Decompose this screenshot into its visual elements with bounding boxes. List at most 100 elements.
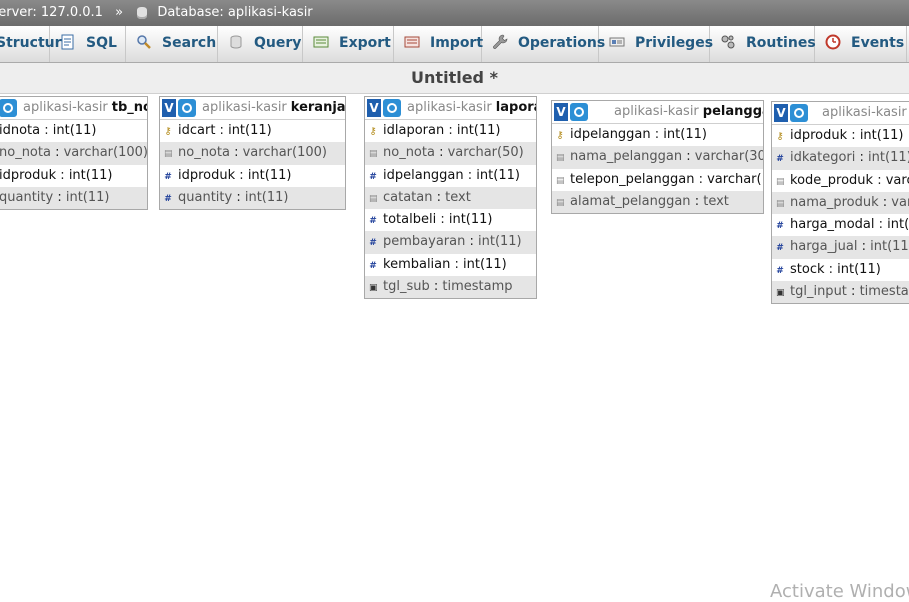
gear-icon[interactable] xyxy=(790,104,808,122)
text-field-icon: ▤ xyxy=(776,198,785,209)
designer-table-keranjang[interactable]: Vaplikasi-kasirkeranjang ⚷idcart : int(1… xyxy=(159,96,346,211)
activate-windows-watermark: Activate Windows xyxy=(770,581,909,602)
table-column-row[interactable]: ⚷ idpelanggan : int(11) xyxy=(552,124,763,146)
gear-icon[interactable] xyxy=(0,99,17,117)
primary-key-icon: ⚷ xyxy=(369,126,377,137)
breadcrumb-database-link[interactable]: Database: aplikasi-kasir xyxy=(157,0,312,26)
tab-query[interactable]: Query xyxy=(218,26,303,62)
table-column-row[interactable]: ▤ no_nota : varchar(50) xyxy=(365,142,536,165)
tab-export[interactable]: Export xyxy=(303,26,394,62)
tab-routines[interactable]: Routines xyxy=(710,26,816,62)
table-name: tb_nota xyxy=(111,100,147,115)
table-column-row[interactable]: ⚷ idlaporan : int(11) xyxy=(365,120,536,142)
tab-label: Search xyxy=(162,35,217,51)
numeric-field-icon: # xyxy=(369,216,377,227)
tab-label: Export xyxy=(339,35,391,51)
table-column-row[interactable]: # idpelanggan : int(11) xyxy=(365,165,536,187)
table-column-row[interactable]: ▤no_nota : varchar(100) xyxy=(160,142,345,165)
designer-table-produk[interactable]: Vaplikasi-kasirproduk ⚷idproduk : int(11… xyxy=(771,101,909,305)
table-column-row[interactable]: #quantity : int(11) xyxy=(0,186,147,210)
toggle-columns-button[interactable]: V xyxy=(774,104,788,122)
table-schema: aplikasi-kasir xyxy=(614,104,699,119)
table-column-row[interactable]: # totalbeli : int(11) xyxy=(365,209,536,231)
query-icon xyxy=(230,35,242,49)
tab-label: Routines xyxy=(746,35,816,51)
numeric-field-icon: # xyxy=(369,260,377,271)
table-column-row[interactable]: ▤kode_produk : varchar(50) xyxy=(772,170,909,192)
table-header[interactable]: Vaplikasi-kasirtb_nota xyxy=(0,97,147,120)
tab-sql[interactable]: SQL xyxy=(50,26,126,62)
table-column-row[interactable]: ⚷ idcart : int(11) xyxy=(160,120,345,142)
text-field-icon: ▤ xyxy=(556,197,565,208)
table-column-row[interactable]: ⚷idnota : int(11) xyxy=(0,120,147,142)
primary-key-icon: ⚷ xyxy=(556,130,564,141)
wrench-icon xyxy=(493,34,508,49)
tab-label: Import xyxy=(430,35,484,51)
tab-events[interactable]: Events xyxy=(815,26,907,62)
table-column-row[interactable]: ▣tgl_input : timestamp xyxy=(772,281,909,304)
export-icon xyxy=(313,36,329,47)
gear-icon[interactable] xyxy=(383,99,401,117)
sql-icon xyxy=(61,34,74,49)
toggle-columns-button[interactable]: V xyxy=(367,99,381,117)
tab-privileges[interactable]: Privileges xyxy=(599,26,713,62)
table-column-row[interactable]: ⚷ idproduk : int(11) xyxy=(772,125,909,147)
numeric-field-icon: # xyxy=(369,171,377,182)
table-column-row[interactable]: ▣ tgl_sub : timestamp xyxy=(365,276,536,299)
table-header[interactable]: Vaplikasi-kasirlaporan xyxy=(365,97,536,120)
designer-table-tb-nota[interactable]: Vaplikasi-kasirtb_nota ⚷idnota : int(11)… xyxy=(0,96,148,211)
date-field-icon: ▣ xyxy=(369,283,378,294)
breadcrumb-separator: » xyxy=(115,5,124,20)
gear-icon[interactable] xyxy=(178,99,196,117)
top-menu: Structure SQL Search Query Export Import… xyxy=(0,26,909,63)
tab-label: Query xyxy=(254,35,302,51)
primary-key-icon: ⚷ xyxy=(164,126,172,137)
table-column-row[interactable]: # pembayaran : int(11) xyxy=(365,231,536,254)
toggle-columns-button[interactable]: V xyxy=(162,99,176,117)
table-column-row[interactable]: #quantity : int(11) xyxy=(160,186,345,210)
table-header[interactable]: Vaplikasi-kasirpelanggan xyxy=(552,101,763,124)
designer-table-laporan[interactable]: Vaplikasi-kasirlaporan ⚷idlaporan : int(… xyxy=(364,96,537,300)
privileges-icon xyxy=(609,37,625,46)
table-column-row[interactable]: #harga_modal : int(11) xyxy=(772,214,909,236)
text-field-icon: ▤ xyxy=(369,193,378,204)
table-header[interactable]: Vaplikasi-kasirproduk xyxy=(772,102,909,125)
tab-label: SQL xyxy=(86,35,117,51)
table-column-row[interactable]: #idproduk : int(11) xyxy=(160,165,345,187)
primary-key-icon: ⚷ xyxy=(776,131,784,142)
tab-search[interactable]: Search xyxy=(126,26,218,62)
numeric-field-icon: # xyxy=(164,193,172,204)
table-column-row[interactable]: #idproduk : int(11) xyxy=(0,165,147,187)
breadcrumb-server-link[interactable]: Server: 127.0.0.1 xyxy=(0,0,103,26)
tab-operations[interactable]: Operations xyxy=(482,26,605,62)
text-field-icon: ▤ xyxy=(164,149,173,160)
table-column-row[interactable]: ▤no_nota : varchar(100) xyxy=(0,142,147,165)
tab-structure[interactable]: Structure xyxy=(0,26,71,62)
table-column-row[interactable]: ▤ catatan : text xyxy=(365,186,536,210)
table-name: pelanggan xyxy=(702,104,763,119)
table-column-row[interactable]: # idkategori : int(11) xyxy=(772,147,909,170)
toggle-columns-button[interactable]: V xyxy=(554,103,568,121)
text-field-icon: ▤ xyxy=(556,153,565,164)
numeric-field-icon: # xyxy=(776,243,784,254)
text-field-icon: ▤ xyxy=(369,149,378,160)
database-icon xyxy=(137,7,148,19)
tab-import[interactable]: Import xyxy=(394,26,484,62)
table-column-row[interactable]: ▤telepon_pelanggan : varchar(15) xyxy=(552,169,763,191)
table-schema: aplikasi-kasir xyxy=(822,105,907,120)
designer-title: Untitled * xyxy=(0,63,909,94)
table-column-row[interactable]: # kembalian : int(11) xyxy=(365,254,536,276)
table-header[interactable]: Vaplikasi-kasirkeranjang xyxy=(160,97,345,120)
table-name: laporan xyxy=(495,100,536,115)
table-name: keranjang xyxy=(290,100,345,115)
numeric-field-icon: # xyxy=(776,154,784,165)
gear-icon[interactable] xyxy=(570,103,588,121)
designer-table-pelanggan[interactable]: Vaplikasi-kasirpelanggan ⚷idpelanggan : … xyxy=(551,100,764,215)
table-column-row[interactable]: ▤nama_pelanggan : varchar(30) xyxy=(552,146,763,169)
import-icon xyxy=(404,36,420,47)
numeric-field-icon: # xyxy=(369,238,377,249)
table-column-row[interactable]: ▤nama_produk : varchar(50) xyxy=(772,191,909,215)
table-column-row[interactable]: #harga_jual : int(11) xyxy=(772,236,909,259)
table-column-row[interactable]: # stock : int(11) xyxy=(772,259,909,281)
table-column-row[interactable]: ▤ alamat_pelanggan : text xyxy=(552,190,763,214)
